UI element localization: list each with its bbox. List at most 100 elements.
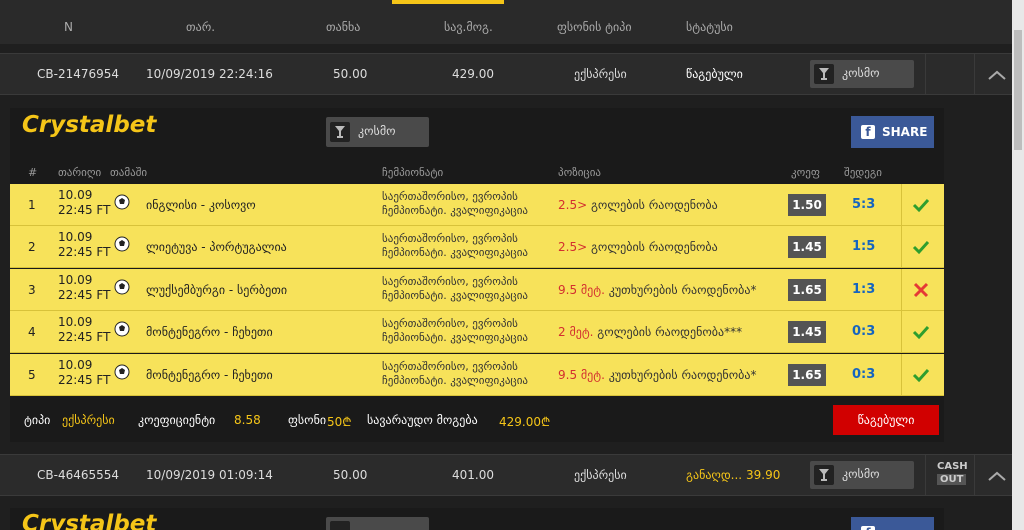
bet-date: 10/09/2019 22:24:16 xyxy=(146,67,273,81)
active-tab-indicator xyxy=(392,0,504,4)
bet-type: ექსპრესი xyxy=(574,67,627,81)
cosmo-button[interactable]: კოსმო xyxy=(810,60,914,88)
check-icon xyxy=(912,196,930,217)
match-datetime: 10.09 22:45 FT xyxy=(58,272,111,302)
summary-type-label: ტიპი xyxy=(24,413,51,427)
check-icon xyxy=(912,366,930,387)
match-teams: მონტენეგრო - ჩეხეთი xyxy=(146,367,273,382)
header-result: შედეგი xyxy=(844,166,882,179)
column-header-potential: სავ.მოგ. xyxy=(444,20,493,34)
match-championship: საერთაშორისო, ევროპის ჩემპიონატი. კვალიფი… xyxy=(382,359,528,387)
column-header-date: თარ. xyxy=(186,20,216,34)
match-odd: 1.65 xyxy=(788,278,826,301)
match-teams: მონტენეგრო - ჩეხეთი xyxy=(146,325,273,340)
match-teams: ლიეტუვა - პორტუგალია xyxy=(146,240,287,255)
bet-row[interactable]: CB-46465554 10/09/2019 01:09:14 50.00 40… xyxy=(0,454,1012,496)
facebook-icon: f xyxy=(861,125,875,139)
match-championship: საერთაშორისო, ევროპის ჩემპიონატი. კვალიფი… xyxy=(382,274,528,302)
share-button[interactable]: f xyxy=(851,517,934,530)
match-position: 9.5 მეტ. კუთხურების რაოდენობა* xyxy=(558,367,757,382)
column-header-amount: თანხა xyxy=(326,20,361,34)
match-position: 2.5> გოლების რაოდენობა xyxy=(558,240,718,255)
chevron-up-icon[interactable] xyxy=(987,470,1007,482)
column-header-type: ფსონის ტიპი xyxy=(557,20,632,34)
cosmo-button[interactable]: კოსმო xyxy=(810,461,914,489)
cashout-cell xyxy=(925,54,975,94)
facebook-icon: f xyxy=(861,526,875,530)
match-row: 4 10.09 22:45 FT მონტენეგრო - ჩეხეთი საერთაშ… xyxy=(10,311,944,354)
match-score: 1:5 xyxy=(852,239,876,255)
cosmo-button[interactable] xyxy=(326,517,429,530)
header-championship: ჩემპიონატი xyxy=(382,166,444,179)
match-number: 3 xyxy=(28,282,36,297)
bet-id: CB-21476954 xyxy=(37,67,120,81)
ticket-table-header: # თარიღი თამაში ჩემპიონატი პოზიცია კოეფ … xyxy=(10,162,944,184)
match-row: 1 10.09 22:45 FT ინგლისი - კოსოვო საერთაშორი… xyxy=(10,184,944,226)
bet-amount: 50.00 xyxy=(333,67,368,81)
crystalbet-logo: Crystalbet xyxy=(22,112,157,138)
bet-status: განაღდ... xyxy=(686,468,743,482)
glass-icon xyxy=(330,521,350,530)
match-datetime: 10.09 22:45 FT xyxy=(58,230,111,260)
header-odd: კოეფ xyxy=(791,166,820,179)
match-odd: 1.45 xyxy=(788,236,826,259)
bet-type: ექსპრესი xyxy=(574,468,627,482)
bet-amount: 50.00 xyxy=(333,468,368,482)
football-icon xyxy=(114,279,130,298)
match-teams: ლუქსემბურგი - სერბეთი xyxy=(146,282,288,297)
divider xyxy=(901,311,902,354)
match-number: 5 xyxy=(28,367,36,382)
match-row: 5 10.09 22:45 FT მონტენეგრო - ჩეხეთი საერთაშ… xyxy=(10,353,944,396)
match-datetime: 10.09 22:45 FT xyxy=(58,188,111,217)
divider xyxy=(901,353,902,396)
match-number: 2 xyxy=(28,240,36,255)
check-icon xyxy=(912,238,930,259)
cosmo-button-label: კოსმო xyxy=(358,124,396,138)
match-odd: 1.65 xyxy=(788,363,826,386)
summary-type-value: ექსპრესი xyxy=(62,413,115,427)
match-position: 2 მეტ. გოლების რაოდენობა*** xyxy=(558,325,743,340)
glass-icon xyxy=(814,465,834,485)
scrollbar-thumb[interactable] xyxy=(1014,30,1022,150)
football-icon xyxy=(114,364,130,383)
bet-ticket: Crystalbet კოსმო f SHARE # თარიღი თამაში… xyxy=(10,108,944,442)
divider xyxy=(901,268,902,311)
match-championship: საერთაშორისო, ევროპის ჩემპიონატი. კვალიფი… xyxy=(382,190,528,217)
cosmo-button-label: კოსმო xyxy=(842,66,880,80)
cashout-button[interactable]: CASH OUT xyxy=(934,461,968,489)
cashout-label-bottom: OUT xyxy=(937,474,967,485)
cashout-label-top: CASH xyxy=(937,461,968,472)
match-championship: საერთაშორისო, ევროპის ჩემპიონატი. კვალიფი… xyxy=(382,317,528,345)
bet-row[interactable]: CB-21476954 10/09/2019 22:24:16 50.00 42… xyxy=(0,53,1012,95)
match-score: 0:3 xyxy=(852,366,876,382)
match-datetime: 10.09 22:45 FT xyxy=(58,357,111,387)
match-row: 2 10.09 22:45 FT ლიეტუვა - პორტუგალია საერთა… xyxy=(10,226,944,269)
match-championship: საერთაშორისო, ევროპის ჩემპიონატი. კვალიფი… xyxy=(382,232,528,260)
cosmo-button-label: კოსმო xyxy=(842,467,880,481)
glass-icon xyxy=(330,122,350,142)
check-icon xyxy=(912,323,930,344)
status-lost-badge: წაგებული xyxy=(833,405,939,435)
summary-potential-value: 429.00₾ xyxy=(499,415,551,429)
ticket-summary: ტიპი ექსპრესი კოეფიციენტი 8.58 ფსონი 50₾… xyxy=(10,400,944,440)
cosmo-button[interactable]: კოსმო xyxy=(326,117,429,147)
match-row: 3 10.09 22:45 FT ლუქსემბურგი - სერბეთი საერთ… xyxy=(10,268,944,311)
match-score: 1:3 xyxy=(852,281,876,297)
share-button-label: SHARE xyxy=(882,125,928,139)
bet-potential: 429.00 xyxy=(452,67,494,81)
column-header-status: სტატუსი xyxy=(686,20,733,34)
scrollbar[interactable] xyxy=(1012,0,1024,530)
table-header: N თარ. თანხა სავ.მოგ. ფსონის ტიპი სტატუს… xyxy=(0,0,1012,44)
football-icon xyxy=(114,321,130,340)
share-button[interactable]: f SHARE xyxy=(851,116,934,148)
match-datetime: 10.09 22:45 FT xyxy=(58,315,111,345)
summary-coef-value: 8.58 xyxy=(234,413,261,427)
chevron-up-icon[interactable] xyxy=(987,69,1007,81)
summary-stake-label: ფსონი xyxy=(288,413,327,427)
bet-status: წაგებული xyxy=(686,67,743,81)
header-match: თამაში xyxy=(110,166,148,179)
crystalbet-logo: Crystalbet xyxy=(22,511,157,530)
match-odd: 1.45 xyxy=(788,321,826,344)
bet-potential: 401.00 xyxy=(452,468,494,482)
football-icon xyxy=(114,194,130,213)
